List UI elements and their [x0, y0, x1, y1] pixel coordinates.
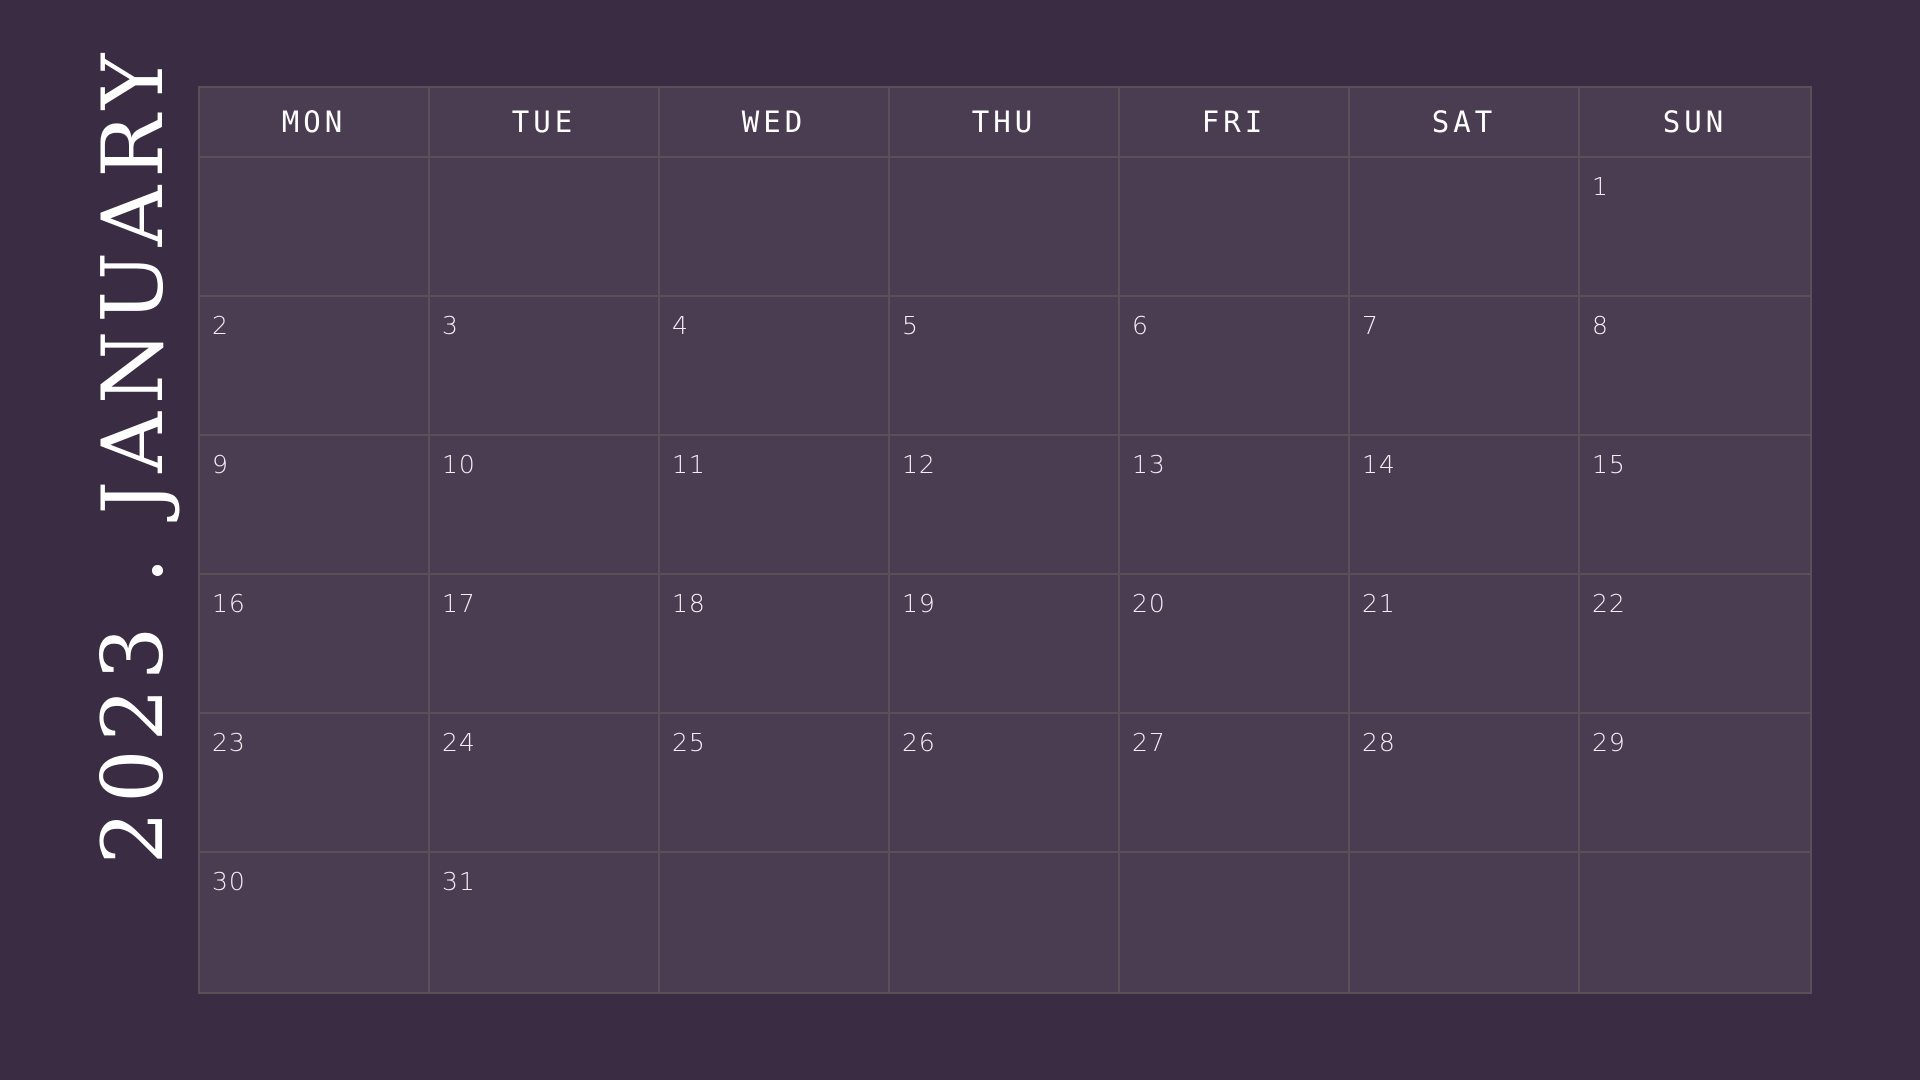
day-cell[interactable]: 17	[430, 575, 660, 714]
weekday-header-fri: FRI	[1120, 88, 1350, 158]
day-number: 16	[212, 589, 246, 618]
day-number: 21	[1362, 589, 1396, 618]
day-number: 23	[212, 728, 246, 757]
day-number: 28	[1362, 728, 1396, 757]
day-cell[interactable]: 5	[890, 297, 1120, 436]
day-number: 4	[672, 311, 689, 340]
day-cell[interactable]	[890, 158, 1120, 297]
day-number: 6	[1132, 311, 1149, 340]
day-number: 22	[1592, 589, 1626, 618]
day-number: 7	[1362, 311, 1379, 340]
day-number: 9	[212, 450, 229, 479]
weekday-header-tue: TUE	[430, 88, 660, 158]
day-number: 31	[442, 867, 476, 896]
day-cell[interactable]	[200, 158, 430, 297]
day-cell[interactable]: 2	[200, 297, 430, 436]
day-cell[interactable]: 30	[200, 853, 430, 992]
day-cell[interactable]: 23	[200, 714, 430, 853]
weekday-header-thu: THU	[890, 88, 1120, 158]
weekday-header-mon: MON	[200, 88, 430, 158]
weekday-header-sat: SAT	[1350, 88, 1580, 158]
day-cell[interactable]	[430, 158, 660, 297]
day-cell[interactable]: 15	[1580, 436, 1810, 575]
month-year-title: 2023 . JANUARY	[84, 46, 182, 865]
day-cell[interactable]	[1120, 158, 1350, 297]
day-number: 5	[902, 311, 919, 340]
day-cell[interactable]	[890, 853, 1120, 992]
day-number: 29	[1592, 728, 1626, 757]
day-cell[interactable]	[1580, 853, 1810, 992]
day-number: 13	[1132, 450, 1166, 479]
day-number: 30	[212, 867, 246, 896]
day-number: 17	[442, 589, 476, 618]
day-cell[interactable]: 8	[1580, 297, 1810, 436]
day-cell[interactable]: 14	[1350, 436, 1580, 575]
month-label: JANUARY	[84, 45, 182, 515]
day-cell[interactable]: 20	[1120, 575, 1350, 714]
day-number: 25	[672, 728, 706, 757]
day-cell[interactable]: 12	[890, 436, 1120, 575]
day-cell[interactable]: 21	[1350, 575, 1580, 714]
day-cell[interactable]: 7	[1350, 297, 1580, 436]
day-cell[interactable]: 28	[1350, 714, 1580, 853]
day-number: 18	[672, 589, 706, 618]
day-number: 24	[442, 728, 476, 757]
calendar-grid: MON TUE WED THU FRI SAT SUN 1 2 3 4 5 6 7 8 9 10 11 12 13 14…	[198, 86, 1812, 994]
day-number: 3	[442, 311, 459, 340]
day-number: 14	[1362, 450, 1396, 479]
day-cell[interactable]	[1350, 158, 1580, 297]
day-number: 19	[902, 589, 936, 618]
day-cell[interactable]: 26	[890, 714, 1120, 853]
day-number: 8	[1592, 311, 1609, 340]
day-number: 1	[1592, 172, 1609, 201]
day-number: 20	[1132, 589, 1166, 618]
day-number: 15	[1592, 450, 1626, 479]
day-cell[interactable]: 22	[1580, 575, 1810, 714]
day-number: 10	[442, 450, 476, 479]
day-cell[interactable]: 9	[200, 436, 430, 575]
year-label: 2023	[84, 618, 182, 865]
title-separator: .	[84, 549, 182, 584]
day-cell[interactable]: 27	[1120, 714, 1350, 853]
day-number: 12	[902, 450, 936, 479]
day-cell[interactable]: 13	[1120, 436, 1350, 575]
day-cell[interactable]	[1120, 853, 1350, 992]
day-cell[interactable]: 19	[890, 575, 1120, 714]
day-cell[interactable]: 29	[1580, 714, 1810, 853]
day-cell[interactable]: 25	[660, 714, 890, 853]
weekday-header-sun: SUN	[1580, 88, 1810, 158]
day-cell[interactable]: 10	[430, 436, 660, 575]
day-cell[interactable]	[660, 158, 890, 297]
day-cell[interactable]	[1350, 853, 1580, 992]
day-cell[interactable]	[660, 853, 890, 992]
day-number: 27	[1132, 728, 1166, 757]
day-cell[interactable]: 31	[430, 853, 660, 992]
day-cell[interactable]: 11	[660, 436, 890, 575]
day-cell[interactable]: 24	[430, 714, 660, 853]
weekday-header-wed: WED	[660, 88, 890, 158]
day-cell[interactable]: 4	[660, 297, 890, 436]
day-cell[interactable]: 18	[660, 575, 890, 714]
day-number: 2	[212, 311, 229, 340]
day-cell[interactable]: 3	[430, 297, 660, 436]
day-cell[interactable]: 1	[1580, 158, 1810, 297]
day-cell[interactable]: 6	[1120, 297, 1350, 436]
day-cell[interactable]: 16	[200, 575, 430, 714]
day-number: 11	[672, 450, 706, 479]
day-number: 26	[902, 728, 936, 757]
